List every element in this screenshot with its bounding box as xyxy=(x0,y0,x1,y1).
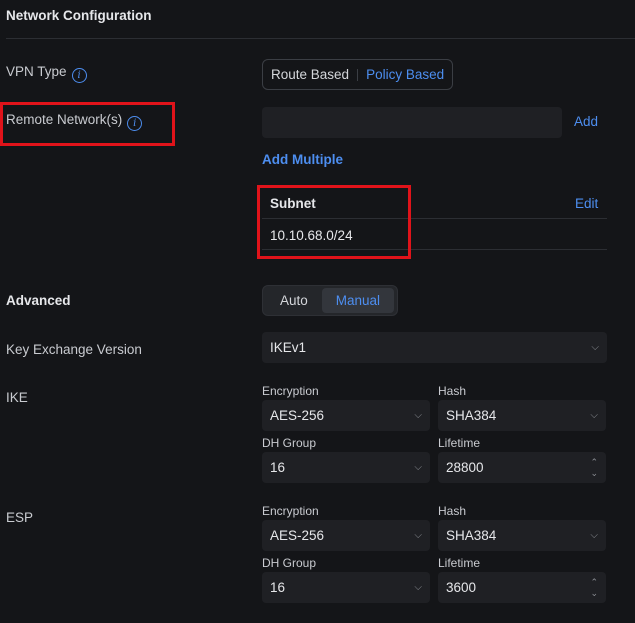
key-exchange-label: Key Exchange Version xyxy=(6,342,142,357)
esp-dh-label: DH Group xyxy=(262,556,317,570)
ike-dh-value: 16 xyxy=(270,460,286,475)
ike-lifetime-value: 28800 xyxy=(446,460,484,475)
esp-encryption-label: Encryption xyxy=(262,504,319,518)
add-button[interactable]: Add xyxy=(574,114,598,129)
section-divider xyxy=(6,38,635,39)
vpn-type-policy-based[interactable]: Policy Based xyxy=(358,60,452,89)
chevron-down-icon: ⌵ xyxy=(414,410,422,421)
remote-networks-label: Remote Network(s) i xyxy=(6,112,143,131)
ike-lifetime-label: Lifetime xyxy=(438,436,481,450)
ike-dh-label: DH Group xyxy=(262,436,317,450)
add-multiple-button[interactable]: Add Multiple xyxy=(262,152,343,167)
esp-label: ESP xyxy=(6,510,34,525)
advanced-manual-option[interactable]: Manual xyxy=(321,288,395,313)
esp-hash-label: Hash xyxy=(438,504,467,518)
vpn-type-route-based[interactable]: Route Based xyxy=(263,60,357,89)
ike-lifetime-input[interactable]: 28800 ⌃ ⌄ xyxy=(438,452,606,483)
edit-button[interactable]: Edit xyxy=(575,196,598,211)
up-down-stepper-icon[interactable]: ⌃ ⌄ xyxy=(590,457,598,479)
chevron-down-icon: ⌵ xyxy=(414,582,422,593)
info-icon[interactable]: i xyxy=(71,68,87,83)
esp-hash-select[interactable]: SHA384 ⌵ xyxy=(438,520,606,551)
esp-dh-select[interactable]: 16 ⌵ xyxy=(262,572,430,603)
remote-network-input[interactable] xyxy=(262,107,562,138)
esp-encryption-value: AES-256 xyxy=(270,528,325,543)
ike-encryption-select[interactable]: AES-256 ⌵ xyxy=(262,400,430,431)
esp-dh-value: 16 xyxy=(270,580,286,595)
chevron-down-icon: ⌵ xyxy=(590,530,598,541)
advanced-label: Advanced xyxy=(6,293,71,308)
vpn-type-label-text: VPN Type xyxy=(6,64,67,79)
chevron-down-icon: ⌵ xyxy=(590,410,598,421)
info-icon[interactable]: i xyxy=(127,116,143,131)
chevron-down-icon: ⌵ xyxy=(591,342,599,353)
subnet-highlight xyxy=(257,185,411,259)
ike-dh-select[interactable]: 16 ⌵ xyxy=(262,452,430,483)
chevron-down-icon: ⌵ xyxy=(414,530,422,541)
ike-hash-label: Hash xyxy=(438,384,467,398)
ike-label: IKE xyxy=(6,390,28,405)
ike-hash-value: SHA384 xyxy=(446,408,497,423)
advanced-toggle: Auto Manual xyxy=(262,285,399,316)
ike-encryption-label: Encryption xyxy=(262,384,319,398)
key-exchange-value: IKEv1 xyxy=(270,340,307,355)
section-title: Network Configuration xyxy=(6,8,152,23)
esp-encryption-select[interactable]: AES-256 ⌵ xyxy=(262,520,430,551)
ike-hash-select[interactable]: SHA384 ⌵ xyxy=(438,400,606,431)
esp-lifetime-value: 3600 xyxy=(446,580,477,595)
ike-encryption-value: AES-256 xyxy=(270,408,325,423)
vpn-type-label: VPN Type i xyxy=(6,64,87,83)
key-exchange-select[interactable]: IKEv1 ⌵ xyxy=(262,332,607,363)
esp-hash-value: SHA384 xyxy=(446,528,497,543)
chevron-down-icon: ⌵ xyxy=(414,462,422,473)
esp-lifetime-input[interactable]: 3600 ⌃ ⌄ xyxy=(438,572,606,603)
esp-lifetime-label: Lifetime xyxy=(438,556,481,570)
vpn-type-segmented: Route Based Policy Based xyxy=(262,59,454,90)
up-down-stepper-icon[interactable]: ⌃ ⌄ xyxy=(590,577,598,599)
advanced-auto-option[interactable]: Auto xyxy=(266,288,322,313)
remote-networks-label-text: Remote Network(s) xyxy=(6,112,123,127)
